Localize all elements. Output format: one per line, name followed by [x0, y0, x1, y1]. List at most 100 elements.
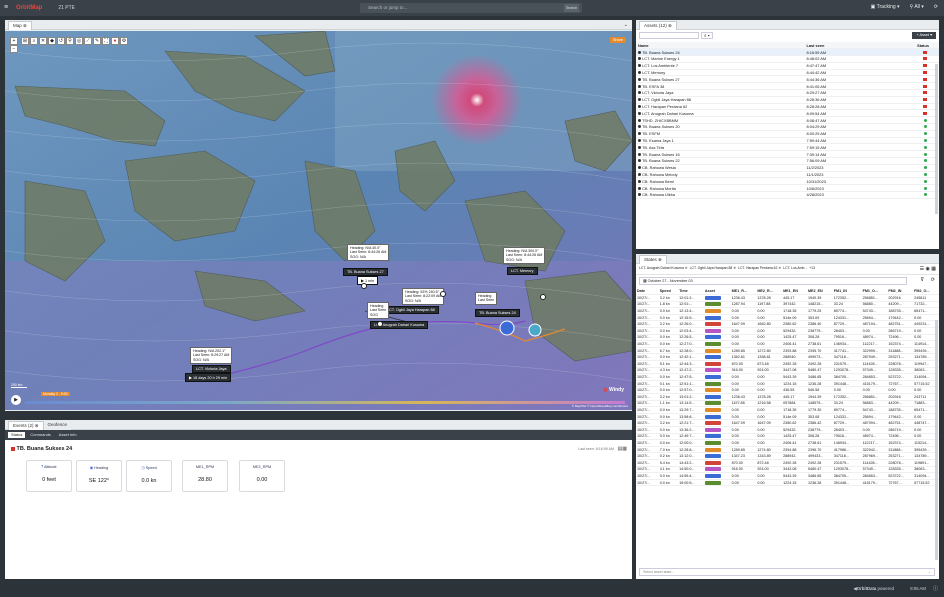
states-scrollbar[interactable]	[935, 320, 938, 560]
list-view-icon[interactable]: ☰ ◉ ▦	[920, 266, 936, 272]
asset-row[interactable]: CB. Rahowa Morita 10/6/2023	[636, 184, 939, 193]
subtab-asset-info[interactable]: Asset Info	[56, 432, 80, 438]
assets-search-icon[interactable]: ⌕ ▾	[701, 32, 713, 39]
vessel-label-buana-24[interactable]: TB. Buana Sukses 24	[475, 309, 520, 317]
asset-row[interactable]: TB. ESFM 8:00:25 AM	[636, 130, 939, 138]
asset-row[interactable]: TSHD. ZHICXBBMM 8:08:47 AM	[636, 116, 939, 125]
asset-row[interactable]: LCT. Los Ambiente 7 8:47:47 AM	[636, 62, 939, 70]
state-row[interactable]: 10/27/... 0.0 kn 12:27:0... 0.00 0.00 2406.41…	[636, 340, 939, 348]
col-last-seen[interactable]: Last seen	[804, 42, 872, 50]
asset-row[interactable]: TB. Buana Sukses 27 8:44:36 AM	[636, 75, 939, 84]
asset-row[interactable]: TB. Buana Sukses 22 7:56:09 AM	[636, 157, 939, 165]
state-row[interactable]: 10/27/... 0.0 kn 12:49:7... 0.00 0.00 1425.47…	[636, 433, 939, 441]
fleet-selector[interactable]: 21 PTE	[58, 5, 75, 11]
grid-icon[interactable]: ⊞	[21, 37, 29, 45]
states-col[interactable]: FM1_O...	[861, 288, 888, 296]
tab-map[interactable]: Map ⊗	[8, 20, 32, 30]
state-row[interactable]: 10/27/... 3.2 kn 13:01:2... 1236.43 1378.28 4…	[636, 393, 939, 401]
state-row[interactable]: 10/27/... 6.7 kn 12:28:0... 1289.85 1272.80 2…	[636, 347, 939, 355]
history-icon[interactable]: ↺	[57, 37, 65, 45]
vessel-label-memory[interactable]: LCT. Memory	[507, 267, 538, 275]
states-col[interactable]: ME2_R...	[756, 288, 783, 296]
state-row[interactable]: 10/27/... 0.0 kn 12:42:1... 1362.81 1358.81 2…	[636, 353, 939, 362]
zoom-in-button[interactable]: +	[10, 37, 18, 45]
state-row[interactable]: 10/27/... 0.1 kn 12:51:1... 0.00 0.00 1224.15…	[636, 380, 939, 388]
asset-row[interactable]: LCT. Marine Energy 1 8:48:02 AM	[636, 55, 939, 63]
states-col[interactable]: FM2_O...	[913, 288, 939, 296]
search-input[interactable]: Search or jump to... Search	[360, 3, 582, 13]
asset-row[interactable]: TB. ESFA 38 8:41:05 AM	[636, 82, 939, 91]
states-col[interactable]: Time	[678, 288, 704, 296]
asset-chip[interactable]: LCT. Anugrah Dahari Kusuma ✕	[639, 266, 688, 272]
view-toggle[interactable]: ▤▦	[618, 446, 627, 452]
target-icon[interactable]: ◎	[75, 37, 83, 45]
tab-states[interactable]: States ⊗	[639, 254, 667, 264]
state-row[interactable]: 10/27/... 0.0 kn 14:55:4... 0.00 0.00 5443.39…	[636, 472, 939, 480]
chips-more[interactable]: +13	[809, 266, 815, 272]
asset-row[interactable]: TB. Buana Sukses 16 7:39:14 AM	[636, 150, 939, 159]
state-row[interactable]: 10/27/... 4.3 kn 12:47:2... 916.00 924.00 344…	[636, 367, 939, 375]
info-icon[interactable]: ⓘ	[933, 585, 938, 592]
assets-scrollbar[interactable]	[935, 64, 938, 214]
state-row[interactable]: 10/27/... 3.2 kn 12:26:0... 1647.09 1662.80 2…	[636, 320, 939, 329]
state-row[interactable]: 10/27/... 1.8 kn 12:01:... 1287.94 1197.88 39…	[636, 301, 939, 309]
state-row[interactable]: 10/27/... 0.0 kn 12:03:4... 0.00 0.00 529432.…	[636, 327, 939, 335]
state-row[interactable]: 10/27/... 0.0 kn 12:57:0... 0.00 0.00 436.55 5…	[636, 386, 939, 394]
state-row[interactable]: 10/27/... 0.0 kn 12:15:5... 0.00 0.00 514e.09…	[636, 314, 939, 322]
asset-row[interactable]: LCT. Anugrah Dahari Kusuma 8:09:54 AM	[636, 109, 939, 118]
tab-assets[interactable]: Assets (12) ⊗	[639, 20, 677, 30]
states-col[interactable]: Date	[636, 288, 659, 296]
reload-icon[interactable]: ⟳	[931, 277, 935, 283]
asset-row[interactable]: TB. Esama Jaya 1 7:59:44 AM	[636, 137, 939, 145]
vessel-marker[interactable]	[540, 294, 546, 300]
subtab-commands[interactable]: Commands	[27, 432, 53, 438]
search-button[interactable]: Search	[564, 4, 579, 12]
settings-icon[interactable]: ⚙	[120, 37, 128, 45]
assets-search-input[interactable]	[639, 32, 699, 39]
state-row[interactable]: 10/27/... 3.2 kn 12:01:2... 1236.43 1378.28 4…	[636, 294, 939, 302]
asset-row[interactable]: CB. Rahowa Melody 11/1/2023	[636, 171, 939, 179]
timeline-bar[interactable]	[25, 401, 625, 404]
vessel-marker[interactable]	[361, 283, 367, 289]
filter-all-button[interactable]: ⚲ All ▾	[910, 4, 924, 10]
state-row[interactable]: 10/27/... 4.1 kn 14:50:0... 916.00 924.00 344…	[636, 466, 939, 474]
tab-geofence[interactable]: Geofence	[43, 420, 72, 430]
date-range-input[interactable]: ▦ October 27 - November 03	[639, 277, 907, 285]
asset-row[interactable]: TB. Ass Tirta 7:59:15 AM	[636, 143, 939, 152]
state-row[interactable]: 10/27/... 0.0 kn 13:58:8... 0.00 0.00 514e.09…	[636, 413, 939, 421]
state-row[interactable]: 10/27/... 0.0 kn 12:13:4... 0.00 0.00 1718.35…	[636, 307, 939, 315]
state-select[interactable]: Select asset state... ⌄	[639, 568, 935, 576]
states-col[interactable]: FM2_IN	[887, 288, 914, 296]
add-asset-button[interactable]: + Asset ▾	[912, 32, 936, 39]
play-button[interactable]: ▶	[11, 395, 21, 405]
asset-chip[interactable]: LCT. Harapan Perdana 62 ✕	[738, 266, 781, 272]
states-col[interactable]: ME2_EN	[806, 288, 833, 296]
asset-chip[interactable]: LCT. Ogbli Jaya Harapan 88 ✕	[690, 266, 736, 272]
asset-row[interactable]: LCT. Ogbli Jaya Harapan 88 8:28:36 AM	[636, 96, 939, 104]
vessel-label-ogbli[interactable]: LCT. Ogbli Jaya Harapan 88	[383, 306, 439, 314]
asset-chip[interactable]: LCT. Los Amb...	[783, 266, 807, 272]
state-row[interactable]: 10/27/... 5.1 kn 12:44:3... 870.00 873.48 249…	[636, 360, 939, 368]
state-row[interactable]: 10/27/... 7.0 kn 12:28:8... 1289.85 1274.80 2…	[636, 446, 939, 454]
asset-row[interactable]: TB. Buana Sukses 20 8:04:29 AM	[636, 123, 939, 131]
zoom-out-button[interactable]: −	[10, 45, 18, 53]
states-col[interactable]: FM1_IN	[832, 288, 862, 296]
vessel-marker[interactable]	[377, 321, 383, 327]
search-map-icon[interactable]: ⌕	[30, 37, 38, 45]
asset-row[interactable]: CB. Rahowa Ulirka 4/28/2023	[636, 191, 939, 199]
asset-row[interactable]: LCT. Harapan Perdana 62 8:28:28 AM	[636, 103, 939, 111]
asset-row[interactable]: TB. Buana Sukses 24 8:16:59 AM	[636, 48, 939, 57]
col-status[interactable]: Status	[871, 42, 939, 50]
ruler-icon[interactable]: ⟋	[84, 37, 92, 45]
state-row[interactable]: 10/27/... 1.1 kn 13:14:5... 1197.88 1216.58 0…	[636, 400, 939, 408]
asset-row[interactable]: LCT. Memory 8:44:42 AM	[636, 69, 939, 77]
share-button[interactable]: Share	[609, 37, 626, 43]
fullscreen-icon[interactable]: ⛶	[102, 37, 110, 45]
menu-icon[interactable]: ≡	[4, 4, 8, 11]
state-row[interactable]: 10/27/... 0.0 kn 12:26:5... 0.00 0.00 1425.47…	[636, 334, 939, 342]
draw-icon[interactable]: ✎	[93, 37, 101, 45]
state-row[interactable]: 10/27/... 0.0 kn 13:36:2... 0.00 0.00 529432.…	[636, 426, 939, 434]
cross-icon[interactable]: ✕	[39, 37, 47, 45]
filter-icon[interactable]: ⊽	[920, 277, 924, 283]
refresh-icon[interactable]: ⟳	[934, 4, 938, 10]
